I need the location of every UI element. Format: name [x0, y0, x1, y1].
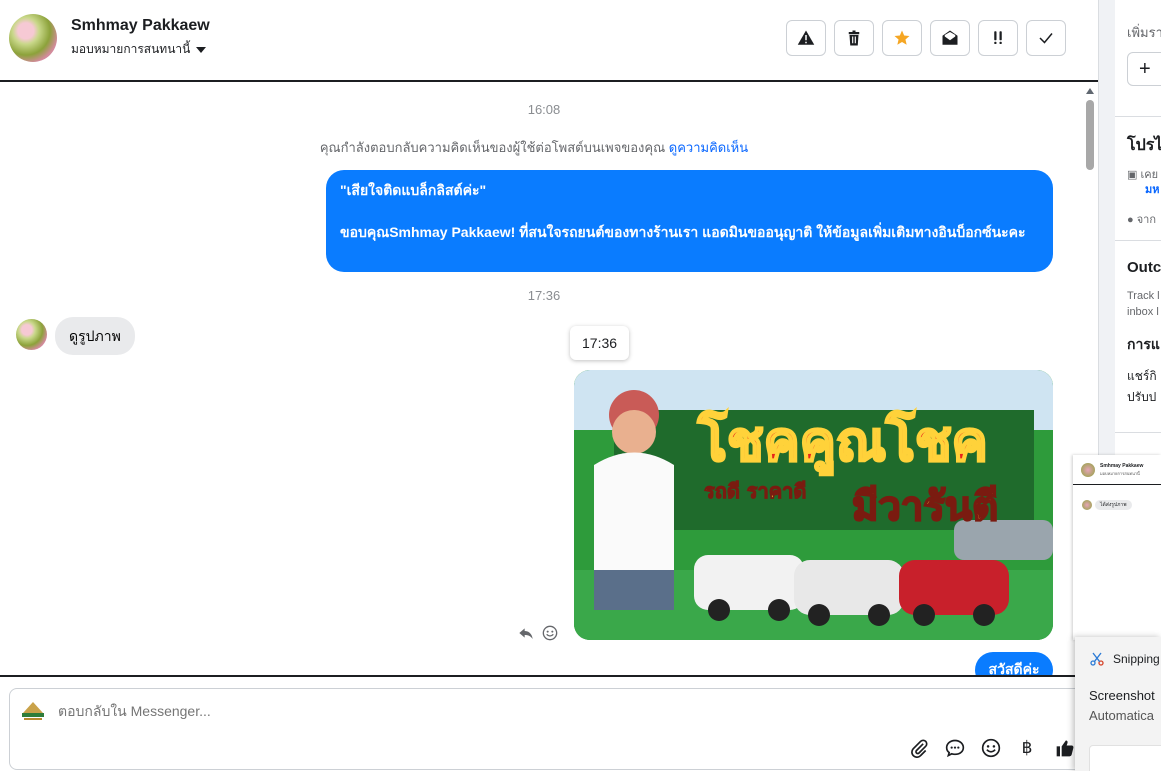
- timestamp: 16:08: [527, 102, 561, 117]
- mini-avatar: [1082, 500, 1092, 510]
- divider: [1115, 240, 1161, 241]
- view-comment-link[interactable]: ดูความคิดเห็น: [669, 140, 748, 155]
- notification-body: Automatica: [1089, 708, 1155, 723]
- action-desc: แชร์กิ: [1127, 369, 1157, 383]
- comment-reply-context: คุณกำลังตอบกลับความคิดเห็นของผู้ใช้ต่อโพ…: [0, 137, 1068, 158]
- scroll-up-arrow-icon[interactable]: [1086, 88, 1094, 94]
- paperclip-icon: [911, 739, 928, 758]
- add-label-text: เพิ่มรา: [1127, 25, 1161, 40]
- message-text: ขอบคุณSmhmay Pakkaew! ที่สนใจรถยนต์ของทา…: [340, 224, 1026, 240]
- star-icon: [894, 30, 910, 45]
- mark-spam-button[interactable]: [786, 20, 826, 56]
- mini-avatar: [1081, 463, 1095, 477]
- follow-up-button[interactable]: [978, 20, 1018, 56]
- envelope-open-icon: [942, 30, 958, 45]
- warning-icon: [797, 30, 815, 45]
- chevron-down-icon: [196, 46, 207, 53]
- outcome-section-title: Outc: [1127, 259, 1161, 276]
- checkmark-icon: [1039, 33, 1053, 44]
- thumbs-up-icon: [1056, 740, 1074, 757]
- image-attachment[interactable]: โชคคูณโชค รถดี ราคาดี มีวารันตี: [574, 370, 1053, 640]
- outcome-desc: inbox l: [1127, 306, 1159, 318]
- outcome-desc: Track l: [1127, 290, 1160, 302]
- mini-name: Smhmay Pakkaew: [1100, 463, 1144, 469]
- incoming-message-bubble[interactable]: ดูรูปภาพ: [55, 317, 135, 355]
- profile-link[interactable]: มห: [1145, 180, 1160, 198]
- warranty-text: มีวารันตี: [852, 484, 998, 530]
- star-button[interactable]: [882, 20, 922, 56]
- payment-button[interactable]: ฿: [1016, 737, 1038, 759]
- assign-label: มอบหมายการสนทนานี้: [71, 42, 191, 56]
- emoji-button[interactable]: [980, 737, 1002, 759]
- context-text: คุณกำลังตอบกลับความคิดเห็นของผู้ใช้ต่อโพ…: [319, 140, 666, 155]
- smile-icon[interactable]: [542, 625, 558, 641]
- screenshot-preview-window[interactable]: Smhmay Pakkaew มอบหมายการสนทนานี้ ได้ส่ง…: [1073, 455, 1161, 640]
- bag-icon: ▣: [1127, 169, 1141, 181]
- promo-image: โชคคูณโชค รถดี ราคาดี มีวารันตี: [574, 370, 1053, 640]
- contact-avatar[interactable]: [9, 14, 57, 62]
- outgoing-message-bubble[interactable]: สวัสดีค่ะ: [975, 652, 1053, 675]
- contact-name[interactable]: Smhmay Pakkaew: [71, 17, 210, 35]
- message-composer: ฿: [9, 688, 1089, 770]
- trash-icon: [848, 30, 860, 46]
- divider: [1115, 116, 1161, 117]
- reply-input[interactable]: [58, 703, 658, 719]
- notification-app-name: Snipping: [1113, 652, 1160, 666]
- chat-bubble-icon: [945, 739, 965, 758]
- quoted-comment: "เสียใจติดแบล็กลิสต์ค่ะ": [340, 182, 487, 198]
- delete-button[interactable]: [834, 20, 874, 56]
- mini-header: Smhmay Pakkaew มอบหมายการสนทนานี้: [1073, 455, 1161, 485]
- timestamp: 17:36: [527, 288, 561, 303]
- add-label-button[interactable]: +: [1127, 52, 1161, 86]
- like-button[interactable]: [1054, 737, 1076, 759]
- outgoing-message-bubble[interactable]: "เสียใจติดแบล็กลิสต์ค่ะ" ขอบคุณSmhmay Pa…: [326, 170, 1053, 272]
- saved-replies-button[interactable]: [944, 737, 966, 759]
- time-tooltip: 17:36: [570, 326, 630, 360]
- profile-section-title: โปรไ: [1127, 137, 1161, 154]
- location-pin-icon: ●: [1127, 214, 1137, 226]
- page-logo-icon: [22, 702, 44, 720]
- headline-text: โชคคูณโชค: [697, 410, 988, 475]
- message-thread[interactable]: 16:08 คุณกำลังตอบกลับความคิดเห็นของผู้ใช…: [0, 84, 1098, 675]
- scissors-icon: [1090, 652, 1104, 666]
- scroll-thumb[interactable]: [1086, 100, 1094, 170]
- conversation-header: Smhmay Pakkaew มอบหมายการสนทนานี้: [0, 0, 1098, 82]
- composer-divider: [0, 675, 1098, 677]
- baht-icon: ฿: [1021, 738, 1033, 757]
- attach-file-button[interactable]: [908, 737, 930, 759]
- mark-unread-button[interactable]: [930, 20, 970, 56]
- double-exclamation-icon: [994, 31, 1002, 44]
- emoji-icon: [981, 738, 1001, 758]
- snipping-tool-notification[interactable]: Snipping Screenshot Automatica: [1075, 637, 1161, 771]
- divider: [1115, 432, 1161, 433]
- subheadline-text: รถดี ราคาดี: [704, 479, 806, 503]
- location-line: ● จาก: [1127, 214, 1156, 226]
- messenger-inbox-screen: Smhmay Pakkaew มอบหมายการสนทนานี้ 16:08 …: [0, 0, 1161, 771]
- action-desc: ปรับป: [1127, 390, 1157, 404]
- reply-icon[interactable]: [518, 625, 534, 641]
- notification-title: Screenshot: [1089, 688, 1155, 703]
- mini-bubble: ได้ส่งรูปภาพ: [1095, 500, 1132, 510]
- mini-sub: มอบหมายการสนทนานี้: [1100, 471, 1140, 476]
- assign-conversation-dropdown[interactable]: มอบหมายการสนทนานี้: [71, 40, 207, 59]
- notification-thumbnail[interactable]: [1089, 745, 1161, 771]
- mark-done-button[interactable]: [1026, 20, 1066, 56]
- action-section-title: การแ: [1127, 336, 1160, 352]
- sender-avatar[interactable]: [16, 319, 47, 350]
